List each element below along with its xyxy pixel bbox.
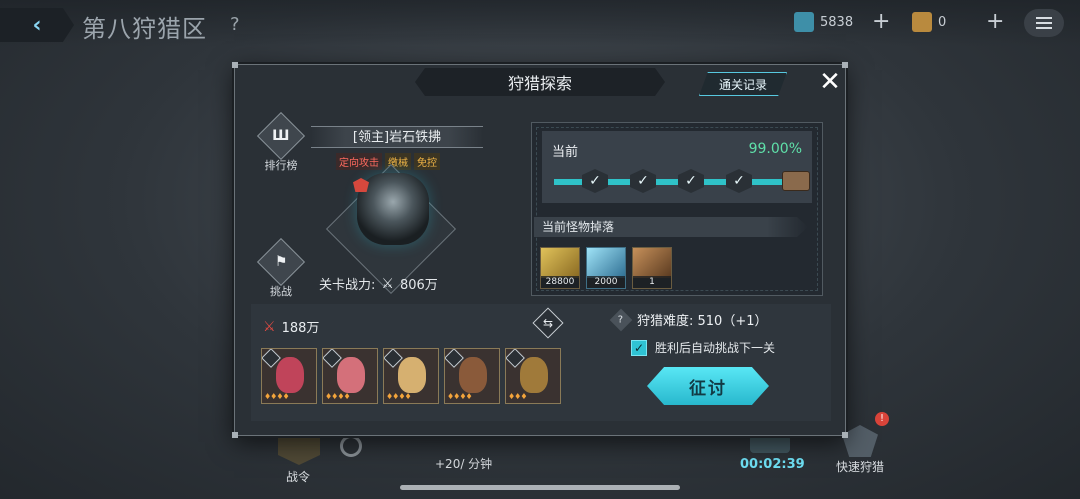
resource-rate: +20/ 分钟 — [435, 457, 493, 471]
gold-bars-icon — [541, 248, 579, 278]
alert-badge: ! — [875, 412, 889, 426]
hunt-explore-dialog: 狩猎探索 通关记录 ✕ Ш 排行榜 ⚑ 挑战 [领主]岩石铁拂 定向攻击 缴械 … — [232, 62, 848, 438]
hero-slot-1[interactable]: ♦♦♦♦ — [261, 348, 317, 404]
auto-next-label: 胜利后自动挑战下一关 — [655, 341, 776, 355]
gem-icon — [794, 12, 814, 32]
drops-title: 当前怪物掉落 — [534, 217, 808, 237]
help-icon[interactable]: ? — [230, 14, 240, 35]
difficulty-help-icon[interactable]: ? — [609, 308, 633, 331]
challenge-icon: ⚑ — [274, 254, 288, 270]
hero-slot-3[interactable]: ♦♦♦♦ — [383, 348, 439, 404]
close-button[interactable]: ✕ — [815, 67, 845, 97]
stage-power: 关卡战力: ⚔ 806万 — [319, 274, 438, 294]
auto-next-checkbox[interactable]: ✓ — [631, 339, 647, 356]
swap-icon: ⇆ — [542, 316, 554, 330]
drill-bit-icon — [633, 248, 671, 278]
search-icon[interactable] — [340, 435, 362, 457]
back-arrow-icon: ‹ — [32, 12, 42, 38]
reward-chest-icon[interactable] — [782, 171, 810, 191]
tag-cc-immune: 免控 — [414, 153, 440, 170]
team-power-icon: ⚔ — [263, 318, 276, 335]
team-power: ⚔ 188万 — [263, 317, 320, 337]
progress-panel: 当前 99.00% ✓ ✓ ✓ ✓ 当前怪物掉落 28800 2000 1 — [531, 122, 823, 296]
dialog-title: 狩猎探索 — [415, 68, 665, 96]
battle-pass-label: 战令 — [286, 470, 311, 484]
back-button[interactable]: ‹ — [0, 8, 74, 42]
tag-targeted-attack: 定向攻击 — [336, 153, 382, 170]
gold-count: 0 — [938, 14, 947, 30]
gem-count: 5838 — [820, 14, 854, 30]
boss-name: [领主]岩石铁拂 — [311, 126, 483, 148]
add-gold-button[interactable]: + — [986, 9, 1004, 34]
hero-stars: ♦♦♦♦ — [325, 392, 351, 401]
hero-portrait — [276, 357, 304, 393]
challenge-button[interactable]: ⚑ 挑战 — [256, 237, 306, 299]
auto-next-option[interactable]: ✓ 胜利后自动挑战下一关 — [631, 339, 775, 356]
hero-portrait — [459, 357, 487, 393]
difficulty-text: 狩猎难度: 510（+1） — [637, 314, 768, 329]
drop-item-gold[interactable]: 28800 — [540, 247, 580, 289]
quick-hunt-label: 快速狩猎 — [836, 460, 885, 474]
hero-slot-4[interactable]: ♦♦♦♦ — [444, 348, 500, 404]
ranking-button[interactable]: Ш 排行榜 — [256, 111, 306, 173]
drop-count: 1 — [633, 276, 671, 288]
hero-slot-2[interactable]: ♦♦♦♦ — [322, 348, 378, 404]
stage-power-label: 关卡战力: — [319, 278, 376, 293]
drop-count: 28800 — [541, 276, 579, 288]
top-bar: ‹ 第八狩猎区 ? 5838 + 0 + — [0, 0, 1080, 46]
drop-item-drill[interactable]: 1 — [632, 247, 672, 289]
ranking-icon: Ш — [272, 127, 290, 144]
vehicle-icon — [750, 435, 790, 453]
resource-gem: 5838 — [794, 12, 853, 32]
checkpoint-check-icon: ✓ — [678, 169, 704, 193]
resource-gold: 0 — [912, 12, 946, 32]
attack-button[interactable]: 征讨 — [647, 367, 769, 405]
current-percent: 99.00% — [748, 141, 802, 157]
stage-power-value: 806万 — [399, 278, 438, 293]
current-progress: 当前 99.00% ✓ ✓ ✓ ✓ — [542, 131, 812, 203]
hero-stars: ♦♦♦♦ — [386, 392, 412, 401]
checkpoint-check-icon: ✓ — [630, 169, 656, 193]
hero-portrait — [398, 357, 426, 393]
crossed-swords-icon: ⚔ — [381, 275, 394, 292]
hero-portrait — [520, 357, 548, 393]
home-indicator — [400, 485, 680, 490]
hunt-timer: 00:02:39 — [740, 457, 805, 472]
drop-count: 2000 — [587, 276, 625, 288]
checkpoint-check-icon: ✓ — [726, 169, 752, 193]
menu-button[interactable] — [1024, 9, 1064, 37]
hero-stars: ♦♦♦♦ — [447, 392, 473, 401]
drop-item-crystal[interactable]: 2000 — [586, 247, 626, 289]
team-power-value: 188万 — [281, 321, 320, 336]
gold-token-icon — [912, 12, 932, 32]
checkpoint-check-icon: ✓ — [582, 169, 608, 193]
crystal-icon — [587, 248, 625, 278]
current-label: 当前 — [552, 145, 579, 160]
clear-record-button[interactable]: 通关记录 — [699, 72, 787, 96]
zone-title: 第八狩猎区 — [82, 15, 207, 43]
hero-portrait — [337, 357, 365, 393]
difficulty: ? 狩猎难度: 510（+1） — [609, 308, 813, 331]
hero-slot-5[interactable]: ♦♦♦ — [505, 348, 561, 404]
hero-stars: ♦♦♦♦ — [264, 392, 290, 401]
add-gem-button[interactable]: + — [872, 9, 890, 34]
hero-stars: ♦♦♦ — [508, 392, 527, 401]
